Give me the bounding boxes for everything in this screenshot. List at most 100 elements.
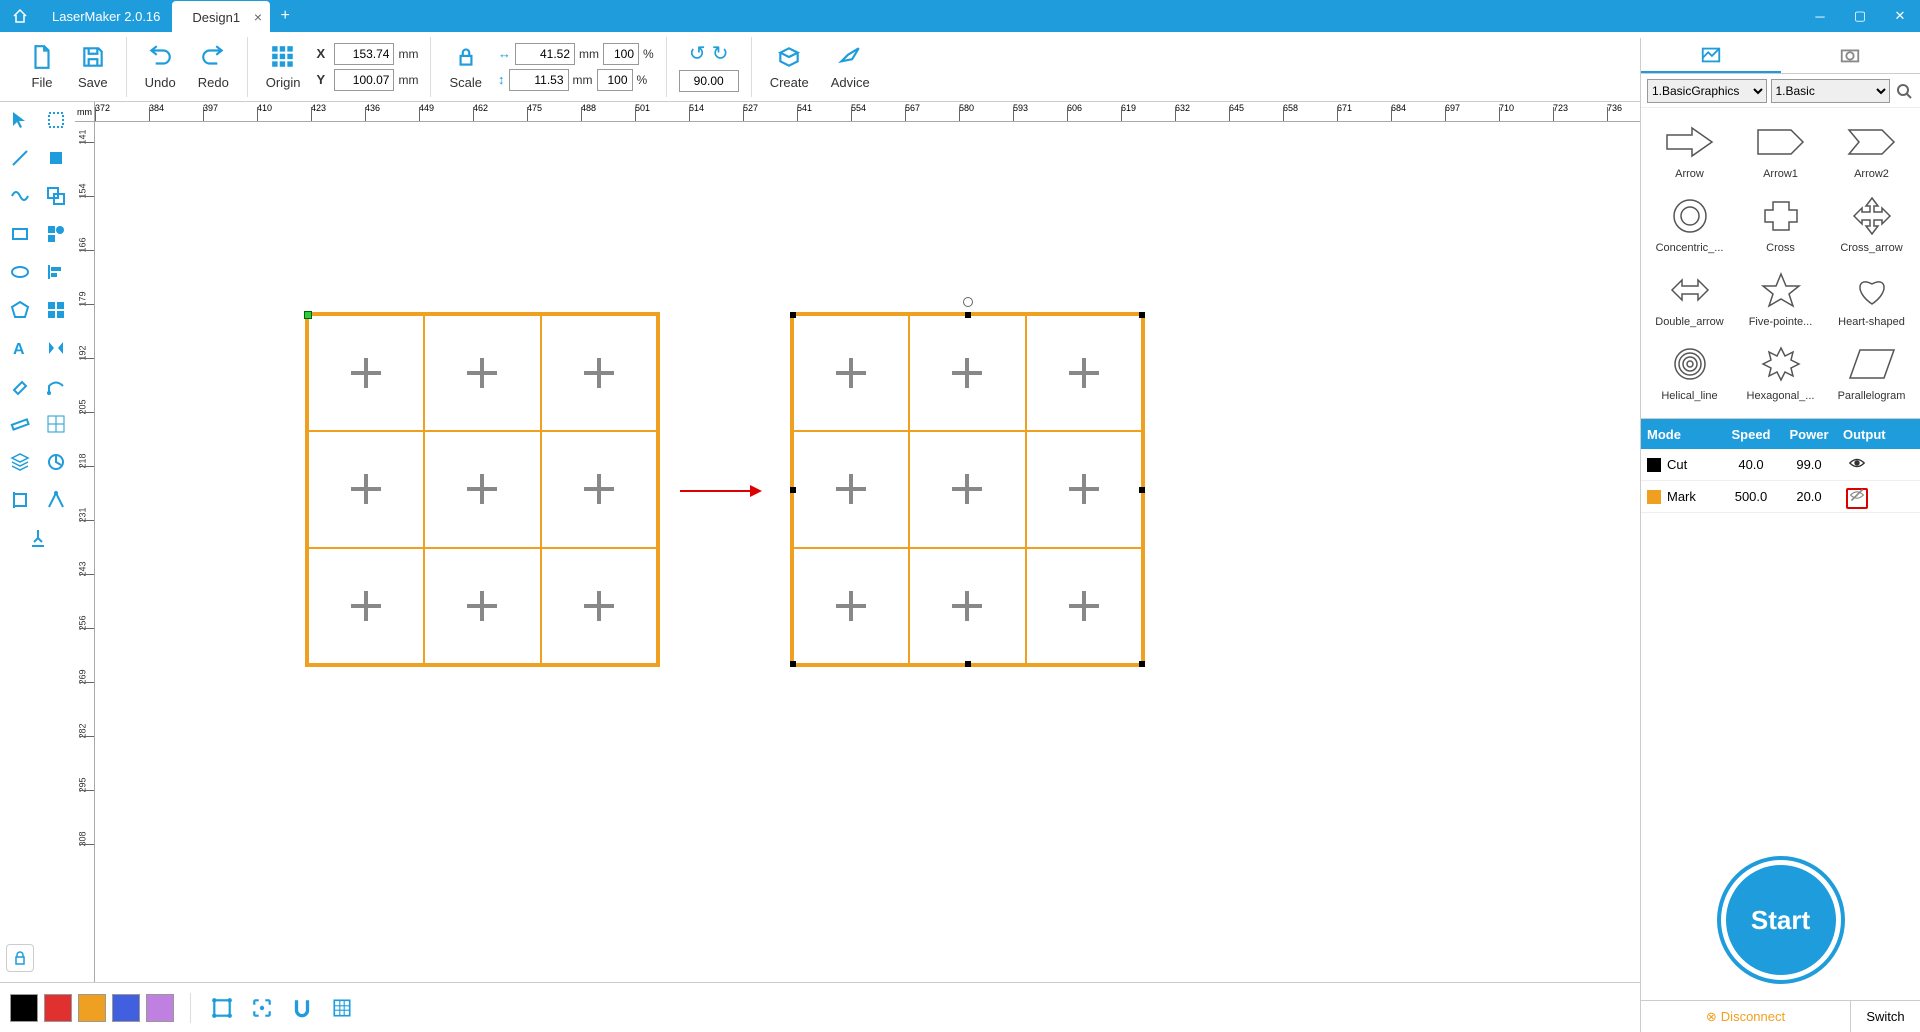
save-button[interactable]: Save [72,43,114,90]
minimize-button[interactable]: ─ [1800,0,1840,32]
plus-icon [952,358,982,388]
search-icon[interactable] [1894,81,1914,101]
color-swatch[interactable] [146,994,174,1022]
output-header: Output [1837,427,1877,442]
undo-button[interactable]: Undo [139,43,182,90]
shape-item[interactable]: Cross_arrow [1827,190,1916,262]
laser-tool[interactable] [26,526,50,550]
shape-item[interactable]: Cross [1736,190,1825,262]
origin-button[interactable]: Origin [260,43,307,90]
shape-item[interactable]: Parallelogram [1827,338,1916,410]
ellipse-tool[interactable] [8,260,32,284]
tab-close-icon[interactable]: × [254,9,262,25]
shape-label: Helical_line [1650,390,1730,402]
maximize-button[interactable]: ▢ [1840,0,1880,32]
switch-button[interactable]: Switch [1850,1001,1920,1032]
width-icon: ↔ [498,46,511,61]
shape-item[interactable]: Arrow [1645,116,1734,188]
shape-item[interactable]: Double_arrow [1645,264,1734,336]
line-tool[interactable] [8,146,32,170]
marquee-tool[interactable] [44,108,68,132]
height-input[interactable] [509,69,569,91]
subcategory-select[interactable]: 1.Basic [1771,79,1891,103]
camera-tab[interactable] [1781,38,1920,73]
selection-handle[interactable] [1139,312,1145,318]
lock-button[interactable] [6,944,34,972]
focus-button[interactable] [247,993,277,1023]
group-tool[interactable] [44,184,68,208]
canvas[interactable] [95,122,1640,982]
measure-tool[interactable] [8,412,32,436]
new-tab-button[interactable]: + [270,7,300,25]
shape-item[interactable]: Five-pointe... [1736,264,1825,336]
width-pct-input[interactable] [603,43,639,65]
trace-tool[interactable] [44,450,68,474]
shapes-tool[interactable] [44,222,68,246]
align-tool[interactable] [44,260,68,284]
height-pct-input[interactable] [597,69,633,91]
crop-tool[interactable] [8,488,32,512]
layer-mode: Mark [1667,489,1696,504]
file-button[interactable]: File [22,43,62,90]
start-button[interactable]: Start [1721,860,1841,980]
mirror-tool[interactable] [44,336,68,360]
selection-handle[interactable] [965,661,971,667]
fill-tool[interactable] [44,146,68,170]
layer-row[interactable]: Cut40.099.0 [1641,449,1920,481]
edit-path-tool[interactable] [44,374,68,398]
color-swatch[interactable] [78,994,106,1022]
rect-tool[interactable] [8,222,32,246]
document-tab[interactable]: Design1 × [172,1,270,33]
layer-visibility-toggle[interactable] [1837,487,1877,506]
x-input[interactable] [334,43,394,65]
grid-button[interactable] [327,993,357,1023]
redo-button[interactable]: Redo [192,43,235,90]
rotate-cw-icon[interactable]: ↻ [712,41,729,66]
scale-button[interactable]: Scale [443,43,488,90]
create-button[interactable]: Create [764,43,815,90]
rotate-handle[interactable] [963,297,973,307]
selection-handle[interactable] [1139,661,1145,667]
grid-shape-left[interactable] [305,312,660,667]
selection-handle[interactable] [790,487,796,493]
advice-button[interactable]: Advice [825,43,876,90]
polygon-tool[interactable] [8,298,32,322]
magnet-button[interactable] [287,993,317,1023]
bounds-button[interactable] [207,993,237,1023]
close-button[interactable]: ✕ [1880,0,1920,32]
layer-row[interactable]: Mark500.020.0 [1641,481,1920,513]
ruler-unit: mm [75,102,95,122]
color-swatch[interactable] [10,994,38,1022]
rotation-input[interactable] [679,70,739,92]
text-tool[interactable]: A [8,336,32,360]
home-icon[interactable] [0,8,40,24]
color-swatch[interactable] [44,994,72,1022]
vector-tool[interactable] [44,488,68,512]
category-select[interactable]: 1.BasicGraphics [1647,79,1767,103]
y-input[interactable] [334,69,394,91]
selection-handle[interactable] [1139,487,1145,493]
select-tool[interactable] [8,108,32,132]
connection-status[interactable]: ⊗Disconnect [1641,1001,1850,1032]
selection-handle[interactable] [790,312,796,318]
width-input[interactable] [515,43,575,65]
shape-item[interactable]: Concentric_... [1645,190,1734,262]
shape-item[interactable]: Arrow2 [1827,116,1916,188]
grid-tool[interactable] [44,298,68,322]
shapes-tab[interactable] [1641,38,1781,73]
main-toolbar: File Save Undo Redo Origin Xmm Ymm Scale… [0,32,1920,102]
shape-item[interactable]: Helical_line [1645,338,1734,410]
eraser-tool[interactable] [8,374,32,398]
curve-tool[interactable] [8,184,32,208]
color-swatch[interactable] [112,994,140,1022]
grid-shape-right[interactable] [790,312,1145,667]
selection-handle[interactable] [790,661,796,667]
shape-item[interactable]: Heart-shaped [1827,264,1916,336]
shape-item[interactable]: Hexagonal_... [1736,338,1825,410]
layers-tool[interactable] [8,450,32,474]
layer-visibility-toggle[interactable] [1837,454,1877,475]
shape-item[interactable]: Arrow1 [1736,116,1825,188]
array-tool[interactable] [44,412,68,436]
rotate-ccw-icon[interactable]: ↺ [689,41,706,66]
selection-handle[interactable] [965,312,971,318]
